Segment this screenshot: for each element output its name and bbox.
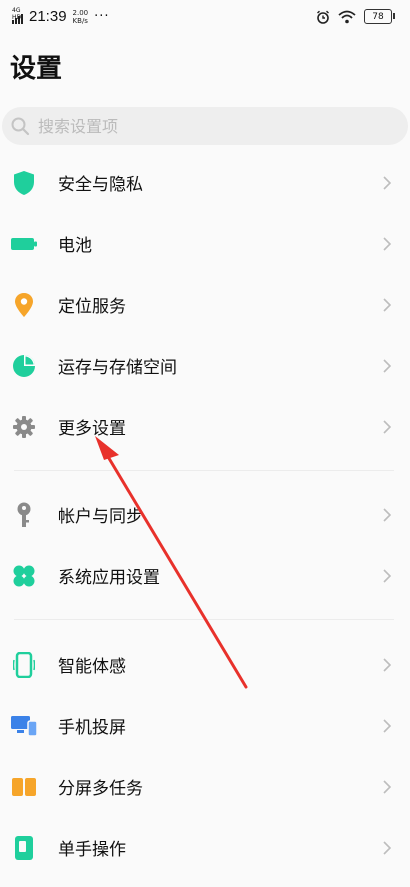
settings-group-2: 帐户与同步 系统应用设置 (0, 484, 410, 606)
settings-item-split-screen[interactable]: 分屏多任务 (0, 756, 410, 817)
chevron-right-icon (383, 657, 392, 672)
settings-item-label: 运存与存储空间 (58, 358, 177, 378)
divider (14, 470, 394, 471)
settings-item-label: 帐户与同步 (58, 507, 143, 527)
page-title: 设置 (10, 54, 63, 84)
settings-item-label: 更多设置 (58, 419, 126, 439)
phone-motion-icon (11, 651, 37, 678)
settings-item-label: 定位服务 (58, 297, 126, 317)
settings-group-1: 安全与隐私 电池 定位服务 运存与存储空间 更多设置 (0, 152, 410, 457)
chevron-right-icon (383, 236, 392, 251)
settings-item-security-privacy[interactable]: 安全与隐私 (0, 152, 410, 213)
settings-item-label: 系统应用设置 (58, 568, 160, 588)
chevron-right-icon (383, 507, 392, 522)
shield-icon (11, 170, 37, 196)
chevron-right-icon (383, 419, 392, 434)
pie-chart-icon (11, 353, 37, 379)
settings-item-label: 智能体感 (58, 657, 126, 677)
settings-group-3: 智能体感 手机投屏 分屏多任务 单手操作 (0, 634, 410, 878)
chevron-right-icon (383, 779, 392, 794)
net-speed: 2.00 KB/s (73, 9, 89, 25)
clover-icon (11, 563, 37, 589)
settings-item-screen-cast[interactable]: 手机投屏 (0, 695, 410, 756)
settings-item-battery[interactable]: 电池 (0, 213, 410, 274)
settings-item-memory-storage[interactable]: 运存与存储空间 (0, 335, 410, 396)
status-bar: 4G HD 21:39 2.00 KB/s ··· 78 (0, 0, 410, 36)
chevron-right-icon (383, 297, 392, 312)
battery-indicator: 78 (364, 9, 395, 24)
chevron-right-icon (383, 358, 392, 373)
settings-item-location[interactable]: 定位服务 (0, 274, 410, 335)
alarm-icon (317, 10, 329, 24)
key-icon (11, 502, 37, 528)
settings-item-one-hand[interactable]: 单手操作 (0, 817, 410, 878)
battery-level: 78 (372, 11, 384, 22)
wifi-icon (338, 10, 356, 23)
search-input[interactable] (36, 115, 380, 137)
location-pin-icon (11, 292, 37, 318)
battery-icon (11, 231, 37, 257)
search-bar[interactable] (2, 107, 408, 145)
settings-item-system-apps[interactable]: 系统应用设置 (0, 545, 410, 606)
settings-item-smart-motion[interactable]: 智能体感 (0, 634, 410, 695)
divider (14, 619, 394, 620)
net-speed-value: 2.00 (72, 8, 89, 17)
search-icon (11, 117, 30, 136)
chevron-right-icon (383, 840, 392, 855)
split-screen-icon (11, 774, 37, 800)
settings-item-more-settings[interactable]: 更多设置 (0, 396, 410, 457)
settings-item-label: 单手操作 (58, 840, 126, 860)
settings-item-label: 安全与隐私 (58, 175, 143, 195)
signal-label: 4G HD (12, 6, 22, 21)
net-speed-unit: KB/s (72, 16, 88, 25)
settings-item-label: 分屏多任务 (58, 779, 143, 799)
chevron-right-icon (383, 175, 392, 190)
signal-icon: 4G HD (12, 6, 23, 24)
settings-item-label: 电池 (58, 236, 92, 256)
gear-icon (11, 414, 37, 440)
clock: 21:39 (29, 8, 67, 25)
chevron-right-icon (383, 568, 392, 583)
chevron-right-icon (383, 718, 392, 733)
more-notifications-icon: ··· (94, 9, 110, 24)
one-hand-icon (11, 835, 37, 861)
settings-item-accounts-sync[interactable]: 帐户与同步 (0, 484, 410, 545)
settings-item-label: 手机投屏 (58, 718, 126, 738)
screen-cast-icon (11, 713, 37, 739)
